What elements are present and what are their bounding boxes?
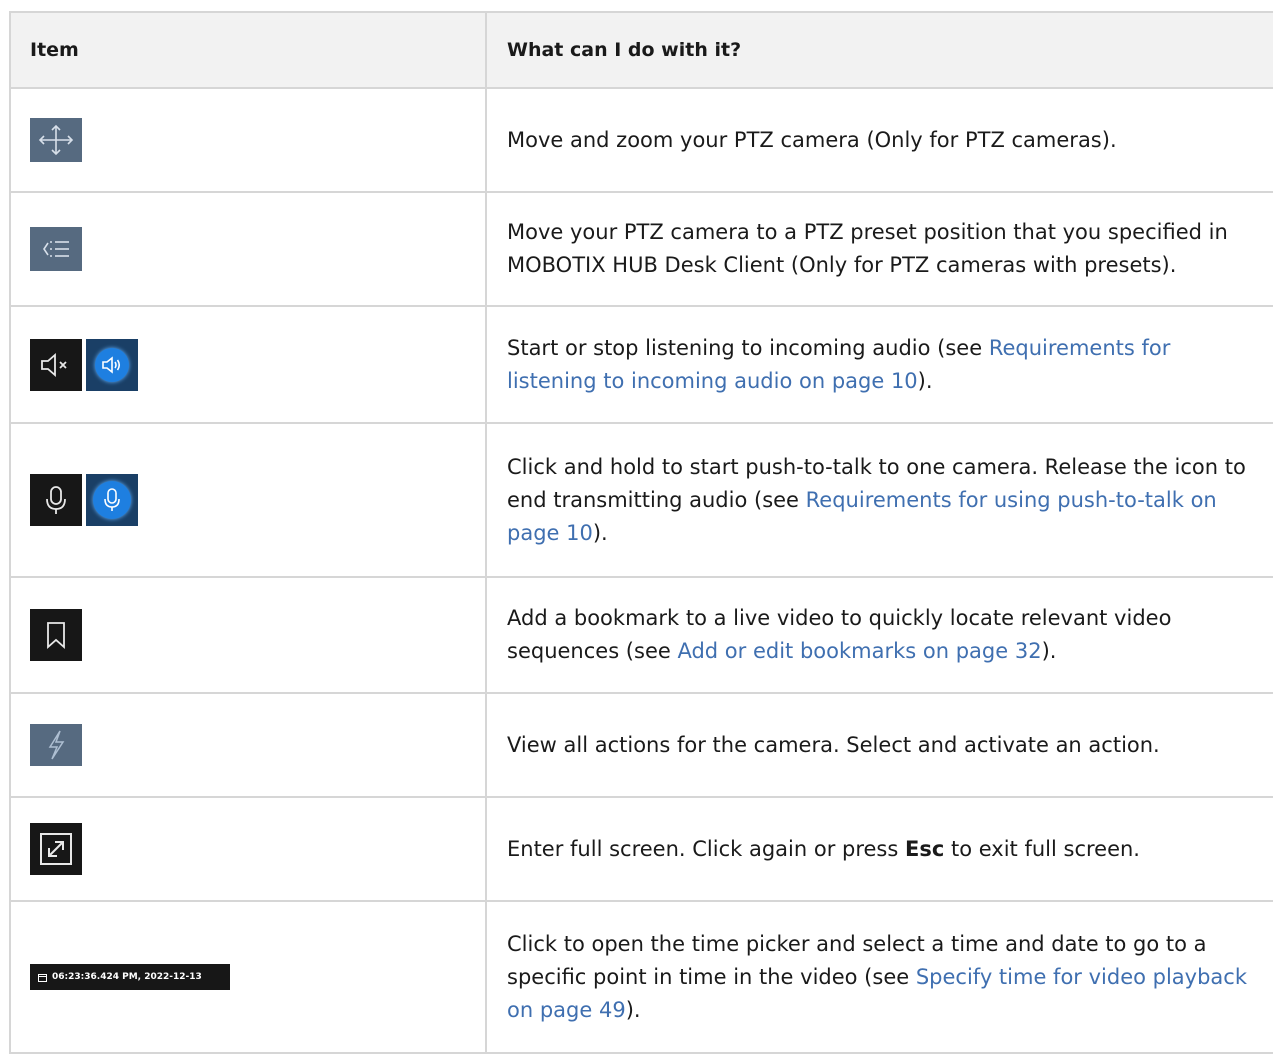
table-header-row: Item What can I do with it? [9,11,1273,89]
bookmark-icon[interactable] [30,609,82,661]
row-description: Click and hold to start push-to-talk to … [507,454,1246,545]
row-description: View all actions for the camera. Select … [507,732,1160,757]
table-row: Move your PTZ camera to a PTZ preset pos… [9,191,1273,307]
table-row: View all actions for the camera. Select … [9,692,1273,798]
header-item: Item [9,11,487,89]
table-row: Click and hold to start push-to-talk to … [9,422,1273,578]
table-row: Enter full screen. Click again or press … [9,796,1273,902]
table-row: Add a bookmark to a live video to quickl… [9,576,1273,694]
key-esc: Esc [905,836,945,861]
speaker-mute-icon[interactable] [30,338,82,391]
row-description: Enter full screen. Click again or press … [507,836,1140,861]
microphone-off-icon[interactable] [30,474,82,526]
header-what: What can I do with it? [485,11,1273,89]
time-picker-button[interactable]: 06:23:36.424 PM, 2022-12-13 [30,964,230,990]
row-description: Move and zoom your PTZ camera (Only for … [507,127,1117,152]
table-row: Start or stop listening to incoming audi… [9,305,1273,424]
preset-list-icon[interactable] [30,227,82,271]
calendar-icon [38,973,47,982]
row-description: Start or stop listening to incoming audi… [507,335,1171,393]
row-description: Move your PTZ camera to a PTZ preset pos… [507,220,1228,277]
timestamp-label: 06:23:36.424 PM, 2022-12-13 [52,972,202,982]
microphone-icon[interactable] [86,474,138,526]
link-bookmarks[interactable]: Add or edit bookmarks on page 32 [677,639,1041,663]
table-row: Move and zoom your PTZ camera (Only for … [9,87,1273,193]
move-arrows-icon[interactable] [30,118,82,162]
speaker-icon[interactable] [86,338,138,391]
lightning-icon[interactable] [30,724,82,766]
table-row: 06:23:36.424 PM, 2022-12-13 Click to ope… [9,900,1273,1054]
row-description: Add a bookmark to a live video to quickl… [507,606,1172,663]
fullscreen-icon[interactable] [30,823,82,875]
ui-controls-table: Item What can I do with it? Move and zoo… [9,11,1273,1054]
row-description: Click to open the time picker and select… [507,931,1248,1022]
